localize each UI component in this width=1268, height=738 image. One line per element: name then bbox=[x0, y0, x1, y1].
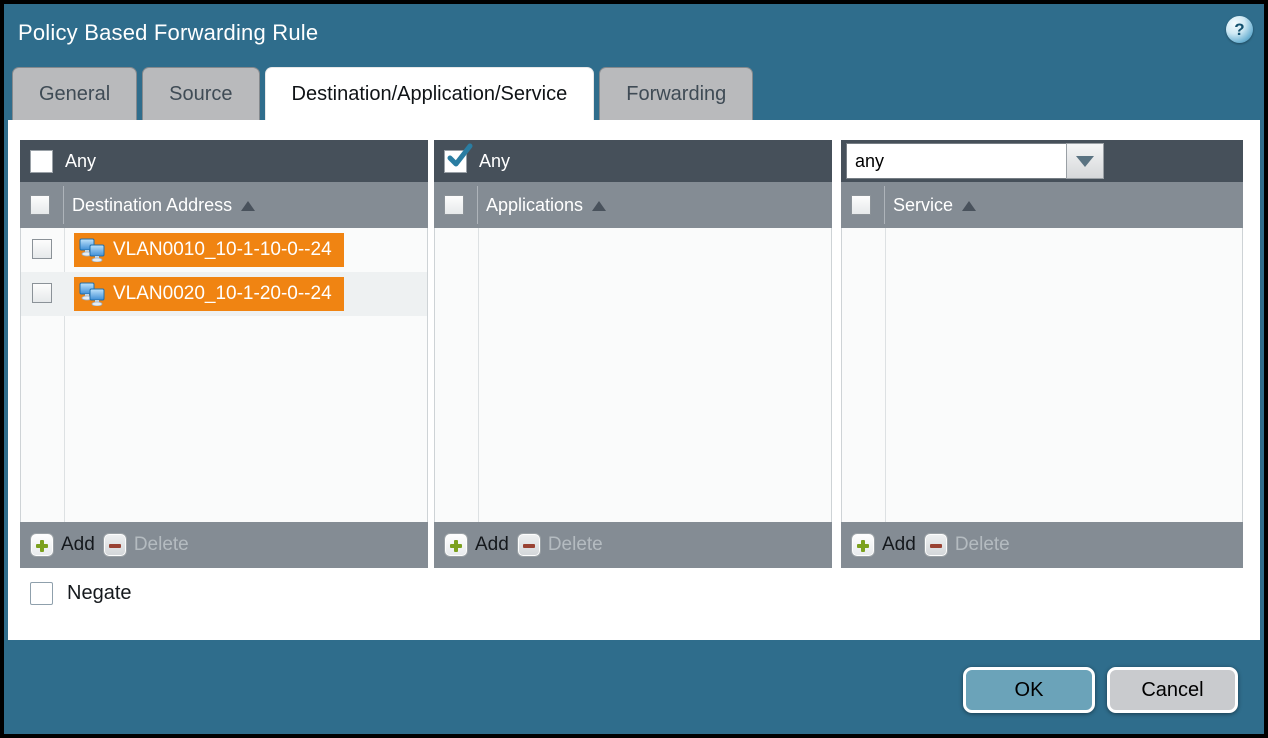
negate-option: Negate bbox=[30, 582, 132, 605]
destination-select-all-checkbox[interactable] bbox=[30, 195, 50, 215]
table-row: VLAN0020_10-1-20-0--24 bbox=[21, 272, 427, 316]
help-icon[interactable]: ? bbox=[1226, 16, 1253, 43]
add-plus-icon bbox=[851, 533, 875, 557]
network-computers-icon bbox=[79, 238, 106, 262]
add-button[interactable]: Add bbox=[851, 533, 916, 557]
service-header[interactable]: Service bbox=[841, 182, 1243, 228]
applications-any-label: Any bbox=[479, 151, 510, 172]
negate-checkbox[interactable] bbox=[30, 582, 53, 605]
service-mode-dropdown[interactable] bbox=[846, 143, 1104, 179]
applications-list bbox=[434, 228, 832, 522]
service-list bbox=[841, 228, 1243, 522]
destination-address-header[interactable]: Destination Address bbox=[20, 182, 428, 228]
applications-header[interactable]: Applications bbox=[434, 182, 832, 228]
sort-ascending-icon bbox=[241, 201, 255, 211]
delete-button[interactable]: Delete bbox=[517, 533, 603, 557]
table-row: VLAN0010_10-1-10-0--24 bbox=[21, 228, 427, 272]
header-divider bbox=[477, 186, 478, 224]
destination-footer: Add Delete bbox=[20, 522, 428, 568]
destination-header-label: Destination Address bbox=[72, 195, 232, 216]
tab-destination-application-service[interactable]: Destination/Application/Service bbox=[265, 67, 595, 120]
address-object-chip[interactable]: VLAN0010_10-1-10-0--24 bbox=[74, 233, 344, 267]
delete-button[interactable]: Delete bbox=[103, 533, 189, 557]
chevron-down-icon bbox=[1076, 156, 1094, 167]
delete-minus-icon bbox=[517, 533, 541, 557]
destination-any-label: Any bbox=[65, 151, 96, 172]
applications-any-checkbox[interactable] bbox=[444, 150, 467, 173]
service-column: Service Add Delete bbox=[841, 140, 1243, 568]
list-divider bbox=[478, 228, 479, 522]
delete-button[interactable]: Delete bbox=[924, 533, 1010, 557]
delete-minus-icon bbox=[924, 533, 948, 557]
destination-any-checkbox[interactable] bbox=[30, 150, 53, 173]
service-mode-input[interactable] bbox=[846, 143, 1066, 179]
ok-button[interactable]: OK bbox=[963, 667, 1095, 713]
add-button[interactable]: Add bbox=[30, 533, 95, 557]
address-object-label: VLAN0010_10-1-10-0--24 bbox=[113, 239, 332, 261]
service-mode-bar bbox=[841, 140, 1243, 182]
tab-bar: General Source Destination/Application/S… bbox=[12, 67, 753, 120]
sort-ascending-icon bbox=[962, 201, 976, 211]
policy-based-forwarding-dialog: Policy Based Forwarding Rule ? General S… bbox=[0, 0, 1268, 738]
destination-address-list: VLAN0010_10-1-10-0--24 bbox=[20, 228, 428, 522]
address-object-label: VLAN0020_10-1-20-0--24 bbox=[113, 283, 332, 305]
negate-label: Negate bbox=[67, 582, 132, 605]
address-object-chip[interactable]: VLAN0020_10-1-20-0--24 bbox=[74, 277, 344, 311]
applications-column: Any Applications Add Delete bbox=[434, 140, 832, 568]
tab-content-panel: Any Destination Address bbox=[8, 120, 1260, 640]
destination-address-column: Any Destination Address bbox=[20, 140, 428, 568]
sort-ascending-icon bbox=[592, 201, 606, 211]
applications-any-bar: Any bbox=[434, 140, 832, 182]
destination-any-bar: Any bbox=[20, 140, 428, 182]
applications-select-all-checkbox[interactable] bbox=[444, 195, 464, 215]
add-button[interactable]: Add bbox=[444, 533, 509, 557]
cancel-button[interactable]: Cancel bbox=[1107, 667, 1238, 713]
delete-minus-icon bbox=[103, 533, 127, 557]
applications-header-label: Applications bbox=[486, 195, 583, 216]
dialog-title: Policy Based Forwarding Rule bbox=[18, 20, 318, 46]
add-plus-icon bbox=[444, 533, 468, 557]
list-divider bbox=[885, 228, 886, 522]
service-select-all-checkbox[interactable] bbox=[851, 195, 871, 215]
row-checkbox[interactable] bbox=[32, 239, 52, 259]
header-divider bbox=[63, 186, 64, 224]
service-header-label: Service bbox=[893, 195, 953, 216]
add-plus-icon bbox=[30, 533, 54, 557]
applications-footer: Add Delete bbox=[434, 522, 832, 568]
dropdown-button[interactable] bbox=[1066, 143, 1104, 179]
tab-source[interactable]: Source bbox=[142, 67, 259, 120]
tab-general[interactable]: General bbox=[12, 67, 137, 120]
tab-forwarding[interactable]: Forwarding bbox=[599, 67, 753, 120]
service-footer: Add Delete bbox=[841, 522, 1243, 568]
network-computers-icon bbox=[79, 282, 106, 306]
header-divider bbox=[884, 186, 885, 224]
row-checkbox[interactable] bbox=[32, 283, 52, 303]
